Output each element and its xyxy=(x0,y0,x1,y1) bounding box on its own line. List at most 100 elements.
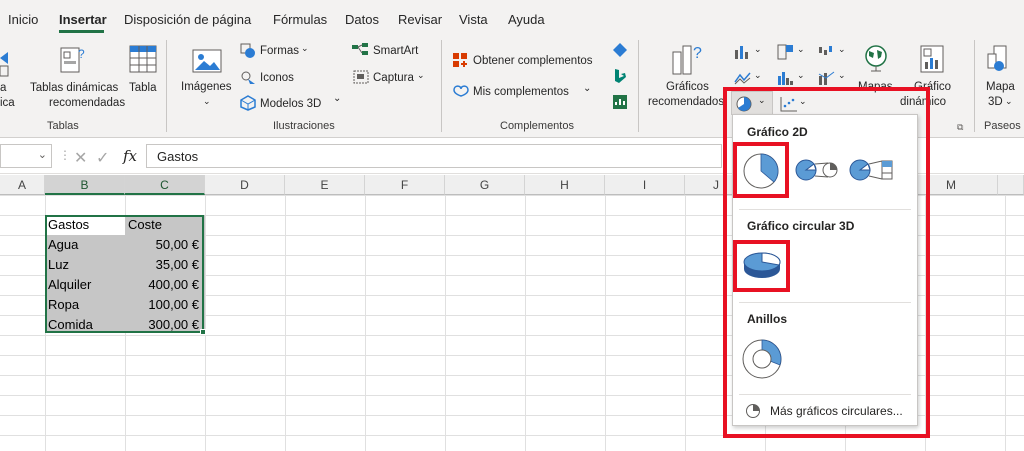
cancel-icon[interactable]: ✕ xyxy=(74,148,87,168)
bing-maps-icon xyxy=(615,69,626,83)
cell-b7[interactable]: Comida xyxy=(45,315,125,335)
insert-function-icon[interactable]: fx xyxy=(123,147,137,165)
column-header-m[interactable]: M xyxy=(918,175,998,195)
shapes-icon xyxy=(240,43,255,58)
table-icon xyxy=(129,45,157,73)
chevron-down-icon[interactable]: ⌄ xyxy=(301,41,309,55)
group-label-paseos: Paseos xyxy=(984,120,1021,132)
cell-b3[interactable]: Agua xyxy=(45,235,125,255)
3d-models-button[interactable]: Modelos 3D xyxy=(260,97,321,111)
chevron-down-icon[interactable]: ⌄ xyxy=(417,68,425,82)
tab-disposicion-pagina[interactable]: Disposición de página xyxy=(124,12,251,27)
chevron-down-icon[interactable]: ⌄ xyxy=(754,68,762,82)
highlight-pie-2d-box xyxy=(733,142,789,198)
cell-c3[interactable]: 50,00 € xyxy=(125,235,205,255)
svg-text:?: ? xyxy=(693,45,702,62)
recommended-pivot-tables-label-2[interactable]: recomendadas xyxy=(49,96,125,110)
my-addins-button[interactable]: Mis complementos xyxy=(473,85,569,99)
icons-button[interactable]: Iconos xyxy=(260,71,294,85)
fill-handle[interactable] xyxy=(200,329,206,335)
column-header-h[interactable]: H xyxy=(525,175,605,195)
line-chart-icon xyxy=(734,72,751,85)
3d-map-label-2[interactable]: 3D xyxy=(988,95,1003,109)
tab-formulas[interactable]: Fórmulas xyxy=(273,12,327,27)
waterfall-chart-icon xyxy=(819,46,832,55)
cell-c2[interactable]: Coste xyxy=(125,215,205,235)
highlight-pie-3d-box xyxy=(733,240,790,292)
tab-datos[interactable]: Datos xyxy=(345,12,379,27)
dialog-launcher-icon[interactable]: ⧉ xyxy=(957,120,963,134)
svg-text:?: ? xyxy=(78,47,85,61)
chevron-down-icon[interactable]: ⌄ xyxy=(797,42,805,56)
get-addins-button[interactable]: Obtener complementos xyxy=(473,54,593,68)
ribbon-separator xyxy=(638,40,639,132)
ribbon-separator xyxy=(166,40,167,132)
icons-icon xyxy=(241,71,255,84)
pivot-table-label-partial-2[interactable]: ica xyxy=(0,96,15,110)
chevron-down-icon[interactable]: ⌄ xyxy=(797,68,805,82)
group-label-complementos: Complementos xyxy=(500,120,574,132)
shapes-button[interactable]: Formas xyxy=(260,44,299,58)
column-header-n[interactable] xyxy=(998,175,1024,195)
chevron-down-icon[interactable]: ⌄ xyxy=(838,42,846,56)
cell-c6[interactable]: 100,00 € xyxy=(125,295,205,315)
smartart-button[interactable]: SmartArt xyxy=(373,44,418,58)
screenshot-button[interactable]: Captura xyxy=(373,71,414,85)
active-tab-indicator xyxy=(59,30,104,33)
cell-c4[interactable]: 35,00 € xyxy=(125,255,205,275)
chevron-down-icon[interactable]: ⌄ xyxy=(838,68,846,82)
chevron-down-icon[interactable]: ⌄ xyxy=(754,42,762,56)
name-box[interactable]: ⌄ xyxy=(0,144,52,168)
tab-ayuda[interactable]: Ayuda xyxy=(508,12,545,27)
people-graph-icon xyxy=(613,95,627,109)
column-header-i[interactable]: I xyxy=(605,175,685,195)
ribbon-separator xyxy=(974,40,975,132)
cell-b2[interactable]: Gastos xyxy=(45,215,125,235)
formula-input[interactable]: Gastos xyxy=(146,144,722,168)
cell-b4[interactable]: Luz xyxy=(45,255,125,275)
menu-tab-bar: Inicio Insertar Disposición de página Fó… xyxy=(0,0,1024,34)
tab-inicio[interactable]: Inicio xyxy=(8,12,38,27)
column-header-c[interactable]: C xyxy=(125,175,205,195)
recommended-pivot-tables-label-1[interactable]: Tablas dinámicas xyxy=(30,81,118,95)
get-addins-icon xyxy=(453,53,467,67)
smartart-icon xyxy=(352,43,368,55)
chevron-down-icon[interactable]: ⌄ xyxy=(203,94,211,108)
column-header-f[interactable]: F xyxy=(365,175,445,195)
combo-chart-icon xyxy=(818,71,835,85)
cell-c5[interactable]: 400,00 € xyxy=(125,275,205,295)
tab-revisar[interactable]: Revisar xyxy=(398,12,442,27)
ribbon-separator xyxy=(441,40,442,132)
chevron-down-icon[interactable]: ⌄ xyxy=(1005,94,1013,108)
enter-icon[interactable]: ✓ xyxy=(96,148,109,168)
visio-icon xyxy=(613,43,627,57)
recommended-charts-label-2[interactable]: recomendados xyxy=(648,95,724,109)
pivot-table-label-partial[interactable]: a xyxy=(0,81,6,95)
column-header-d[interactable]: D xyxy=(205,175,285,195)
cell-b6[interactable]: Ropa xyxy=(45,295,125,315)
tab-vista[interactable]: Vista xyxy=(459,12,488,27)
pivot-chart-icon xyxy=(920,45,944,73)
recommended-pivot-tables-icon: ? xyxy=(60,47,85,73)
maps-globe-icon xyxy=(865,45,887,72)
table-button-label[interactable]: Tabla xyxy=(129,81,157,95)
3d-models-icon xyxy=(240,95,256,111)
chevron-down-icon[interactable]: ⌄ xyxy=(333,92,341,106)
hierarchy-chart-icon xyxy=(777,44,793,60)
images-button-label[interactable]: Imágenes xyxy=(181,80,232,94)
cell-c7[interactable]: 300,00 € xyxy=(125,315,205,335)
tab-insertar[interactable]: Insertar xyxy=(59,12,107,27)
group-label-ilustraciones: Ilustraciones xyxy=(273,120,335,132)
recommended-charts-label-1[interactable]: Gráficos xyxy=(666,80,709,94)
3d-map-label-1[interactable]: Mapa xyxy=(986,80,1015,94)
chevron-down-icon[interactable]: ⌄ xyxy=(583,82,591,96)
more-options-icon[interactable]: ⋮ xyxy=(59,148,71,162)
column-header-a[interactable]: A xyxy=(0,175,45,195)
group-label-tablas: Tablas xyxy=(47,120,79,132)
screenshot-icon xyxy=(353,70,369,84)
column-header-e[interactable]: E xyxy=(285,175,365,195)
column-header-b[interactable]: B xyxy=(45,175,125,195)
column-header-g[interactable]: G xyxy=(445,175,525,195)
my-addins-icon xyxy=(453,85,469,97)
cell-b5[interactable]: Alquiler xyxy=(45,275,125,295)
